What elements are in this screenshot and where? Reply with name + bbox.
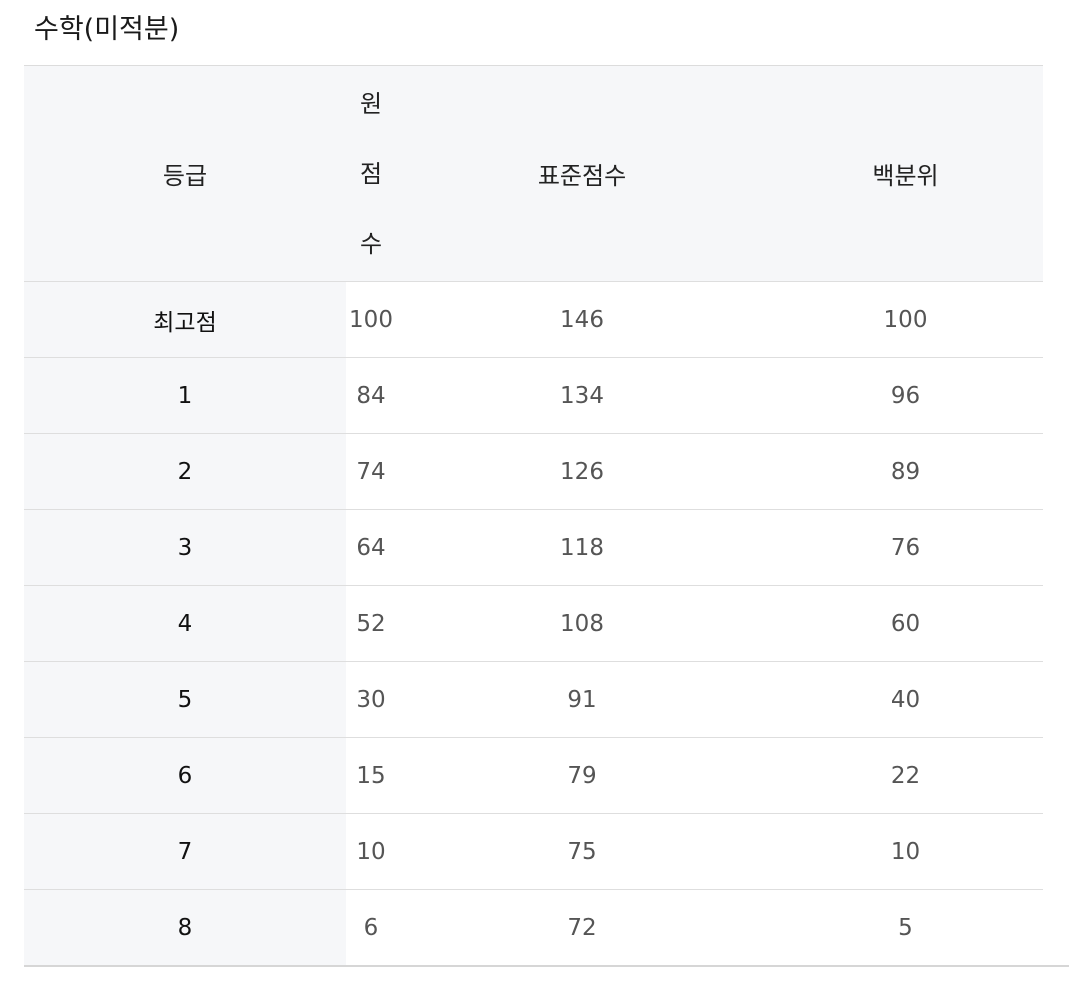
cell-grade: 5 [24, 661, 346, 738]
table-row: 1 84 134 96 [24, 357, 1043, 434]
cell-grade: 2 [24, 433, 346, 510]
cell-raw-score: 84 [346, 357, 396, 434]
cell-raw-score: 6 [346, 889, 396, 966]
cell-grade: 6 [24, 737, 346, 814]
cell-standard-score: 75 [396, 813, 768, 890]
cell-raw-score: 100 [346, 281, 396, 358]
cell-percentile: 5 [768, 889, 1043, 966]
cell-percentile: 60 [768, 585, 1043, 662]
table-body: 최고점 100 146 100 1 84 134 96 2 74 126 89 … [24, 281, 1043, 966]
header-raw-score-char: 점 [359, 159, 383, 188]
cell-standard-score: 118 [396, 509, 768, 586]
cell-percentile: 100 [768, 281, 1043, 358]
header-raw-score-char: 원 [359, 89, 383, 118]
cell-percentile: 89 [768, 433, 1043, 510]
cell-raw-score: 30 [346, 661, 396, 738]
cell-raw-score: 52 [346, 585, 396, 662]
cell-grade: 최고점 [24, 281, 346, 358]
cell-standard-score: 134 [396, 357, 768, 434]
cell-grade: 8 [24, 889, 346, 966]
table-row: 8 6 72 5 [24, 889, 1043, 966]
header-percentile: 백분위 [768, 65, 1043, 282]
cell-grade: 4 [24, 585, 346, 662]
header-raw-score-stack: 원 점 수 [360, 69, 382, 279]
bottom-divider [24, 965, 1069, 967]
table-row: 3 64 118 76 [24, 509, 1043, 586]
cell-percentile: 22 [768, 737, 1043, 814]
header-raw-score-char: 수 [359, 229, 383, 258]
table-row: 최고점 100 146 100 [24, 281, 1043, 358]
header-standard-score: 표준점수 [396, 65, 768, 282]
header-row: 등급 원 점 수 표준점수 백분위 [24, 65, 1043, 282]
table-row: 6 15 79 22 [24, 737, 1043, 814]
cell-grade: 1 [24, 357, 346, 434]
cell-standard-score: 72 [396, 889, 768, 966]
cell-percentile: 76 [768, 509, 1043, 586]
table-header: 등급 원 점 수 표준점수 백분위 [24, 65, 1043, 282]
cell-raw-score: 10 [346, 813, 396, 890]
cell-raw-score: 64 [346, 509, 396, 586]
cell-grade: 7 [24, 813, 346, 890]
header-grade: 등급 [24, 65, 346, 282]
cell-standard-score: 146 [396, 281, 768, 358]
cell-raw-score: 74 [346, 433, 396, 510]
grade-cut-table: 등급 원 점 수 표준점수 백분위 최고점 100 146 100 1 84 1… [24, 65, 1043, 966]
page-title: 수학(미적분) [34, 14, 180, 45]
table-row: 4 52 108 60 [24, 585, 1043, 662]
cell-percentile: 10 [768, 813, 1043, 890]
cell-raw-score: 15 [346, 737, 396, 814]
cell-standard-score: 108 [396, 585, 768, 662]
cell-percentile: 96 [768, 357, 1043, 434]
table-row: 7 10 75 10 [24, 813, 1043, 890]
table-row: 2 74 126 89 [24, 433, 1043, 510]
cell-percentile: 40 [768, 661, 1043, 738]
table-row: 5 30 91 40 [24, 661, 1043, 738]
cell-standard-score: 91 [396, 661, 768, 738]
header-raw-score: 원 점 수 [346, 65, 396, 282]
cell-standard-score: 126 [396, 433, 768, 510]
cell-standard-score: 79 [396, 737, 768, 814]
cell-grade: 3 [24, 509, 346, 586]
